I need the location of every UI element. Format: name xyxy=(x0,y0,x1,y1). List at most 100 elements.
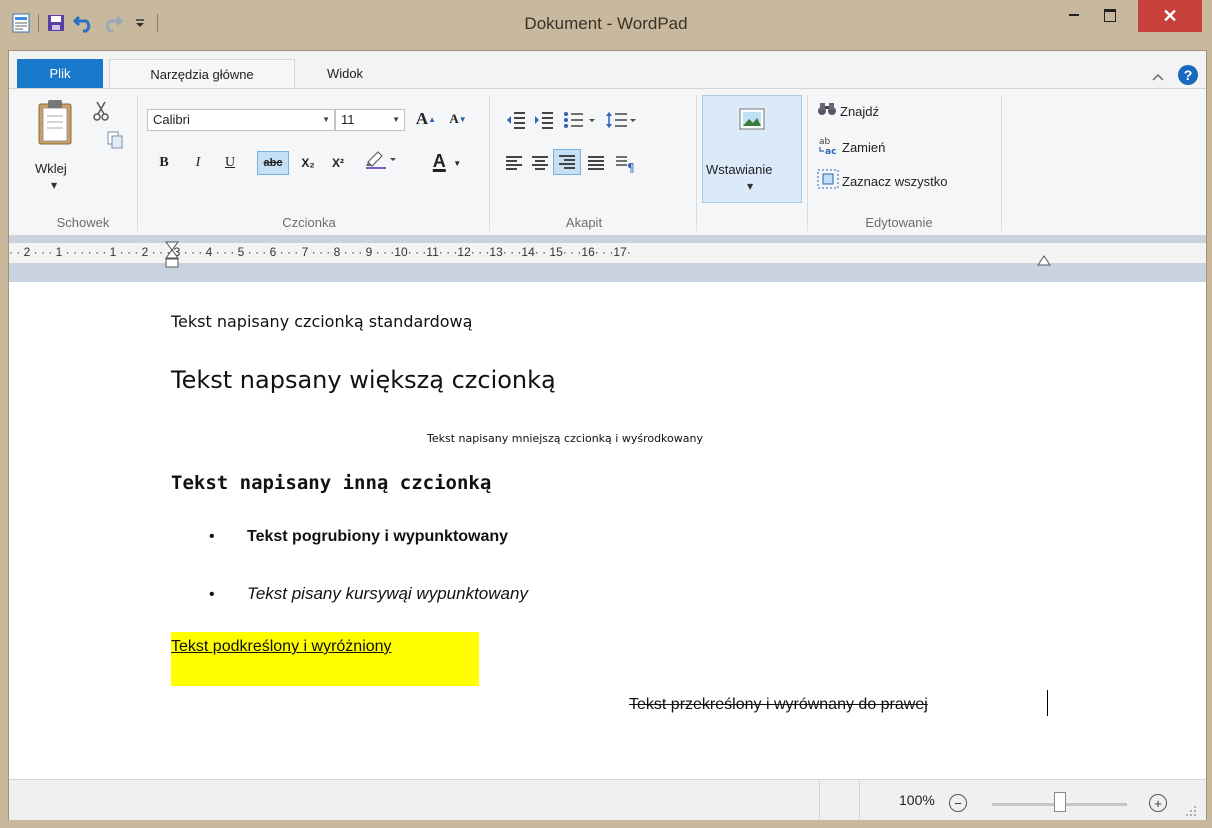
bold-button[interactable]: B xyxy=(151,151,177,175)
find-label: Znajdź xyxy=(840,103,880,119)
paste-dropdown-arrow: ▼ xyxy=(51,181,58,190)
svg-text:¶: ¶ xyxy=(627,161,635,173)
shrink-font-button[interactable]: A ▼ xyxy=(445,107,471,131)
copy-icon[interactable] xyxy=(107,131,123,153)
group-separator xyxy=(807,95,808,231)
tab-view[interactable]: Widok xyxy=(305,59,385,88)
collapse-ribbon-icon[interactable] xyxy=(1152,66,1164,85)
first-line-indent-marker[interactable] xyxy=(165,241,179,279)
bullet-list-icon[interactable] xyxy=(563,111,597,133)
select-all-icon xyxy=(817,169,839,193)
grow-font-button[interactable]: A ▲ xyxy=(413,107,439,131)
ribbon-controls: ? xyxy=(1152,65,1198,85)
minimize-button[interactable] xyxy=(1056,0,1092,30)
binoculars-icon xyxy=(817,101,837,121)
ruler-scale: · · 2 · · · 1 · · · · · · 1 · · · 2 · · … xyxy=(9,245,631,259)
help-icon[interactable]: ? xyxy=(1178,65,1198,85)
increase-indent-icon[interactable] xyxy=(533,111,555,133)
highlighter-icon xyxy=(364,148,398,175)
replace-label: Zamień xyxy=(842,139,886,155)
italic-button[interactable]: I xyxy=(185,151,211,175)
zoom-level: 100% xyxy=(899,792,935,808)
subscript-icon: X₂ xyxy=(301,156,315,170)
italic-icon: I xyxy=(195,155,201,170)
paste-label: Wklej xyxy=(35,161,67,176)
superscript-icon: X² xyxy=(332,156,344,170)
zoom-in-button[interactable]: + xyxy=(1149,794,1167,812)
doc-line-italic-bullet: Tekst pisany kursywąi wypunktowany xyxy=(247,584,528,603)
paragraph-settings-icon[interactable]: ¶ xyxy=(615,155,635,177)
ribbon: Wklej ▼ Schowek Calibri ▼ 11 ▼ A ▲ A ▼ B… xyxy=(9,88,1206,236)
grow-font-icon: A xyxy=(415,109,429,128)
replace-button[interactable]: ab ac Zamień xyxy=(817,135,885,159)
group-label-clipboard: Schowek xyxy=(56,215,110,230)
chevron-down-icon: ▼ xyxy=(322,115,330,124)
align-left-icon[interactable] xyxy=(505,155,523,175)
font-color-button[interactable]: A ▼ xyxy=(427,149,467,173)
doc-line-other-font: Tekst napisany inną czcionką xyxy=(171,472,492,494)
shrink-font-icon: A xyxy=(449,111,459,126)
close-icon: ✕ xyxy=(1162,5,1178,26)
ribbon-tabs: Plik Narzędzia główne Widok ? xyxy=(9,59,1206,89)
bullet-icon: • xyxy=(209,586,215,603)
font-name-value: Calibri xyxy=(153,112,190,127)
bold-icon: B xyxy=(159,155,169,170)
underline-icon: U xyxy=(224,155,236,170)
highlight-color-button[interactable] xyxy=(361,149,401,173)
app-frame: Plik Narzędzia główne Widok ? Wklej ▼ Sc… xyxy=(8,50,1207,820)
plus-icon: + xyxy=(1154,795,1162,811)
tab-home[interactable]: Narzędzia główne xyxy=(109,59,295,89)
status-bar: 100% − + xyxy=(9,779,1206,820)
maximize-button[interactable] xyxy=(1092,0,1128,30)
group-separator xyxy=(137,95,138,231)
svg-text:ac: ac xyxy=(825,147,836,155)
font-size-value: 11 xyxy=(341,112,355,127)
align-right-icon[interactable] xyxy=(553,149,581,175)
right-indent-marker[interactable] xyxy=(1037,251,1051,270)
subscript-button[interactable]: X₂ xyxy=(295,151,321,175)
align-center-icon[interactable] xyxy=(531,155,549,175)
tab-file[interactable]: Plik xyxy=(17,59,103,88)
wordpad-window: Dokument - WordPad ✕ Plik Narzędzia głów… xyxy=(0,0,1212,828)
doc-bullet-1: • Tekst pogrubiony i wypunktowany xyxy=(209,528,508,546)
window-title: Dokument - WordPad xyxy=(524,14,688,33)
strikethrough-icon: abc xyxy=(263,157,283,169)
group-label-paragraph: Akapit xyxy=(565,215,603,230)
cut-icon[interactable] xyxy=(93,101,109,125)
font-color-icon: A ▼ xyxy=(432,150,462,171)
font-size-combo[interactable]: 11 ▼ xyxy=(335,109,405,131)
ruler-strip: · · 2 · · · 1 · · · · · · 1 · · · 2 · · … xyxy=(9,241,1206,268)
doc-line-underlined-highlighted: Tekst podkreślony i wyróżniony xyxy=(171,638,392,655)
chevron-down-icon: ▼ xyxy=(392,115,400,124)
ruler: · · 2 · · · 1 · · · · · · 1 · · · 2 · · … xyxy=(9,236,1206,282)
minimize-icon xyxy=(1069,14,1079,16)
text-cursor xyxy=(1047,690,1048,716)
document-area[interactable]: Tekst napisany czcionką standardową Teks… xyxy=(9,282,1206,779)
maximize-icon xyxy=(1104,8,1116,22)
group-label-editing: Edytowanie xyxy=(865,215,933,230)
font-name-combo[interactable]: Calibri ▼ xyxy=(147,109,335,131)
resize-grip-icon[interactable] xyxy=(1185,802,1197,821)
zoom-out-button[interactable]: − xyxy=(949,794,967,812)
justify-icon[interactable] xyxy=(587,155,605,175)
group-separator xyxy=(1001,95,1002,231)
doc-line-strikethrough-right: Tekst przekreślony i wyrównany do prawej xyxy=(629,696,928,713)
bullet-icon: • xyxy=(209,528,215,545)
insert-label: Wstawianie xyxy=(706,162,773,177)
close-button[interactable]: ✕ xyxy=(1138,0,1202,32)
insert-button[interactable]: Wstawianie ▼ xyxy=(702,95,802,203)
doc-line-small-centered: Tekst napisany mniejszą czcionką i wyśro… xyxy=(427,432,703,445)
decrease-indent-icon[interactable] xyxy=(505,111,527,133)
find-button[interactable]: Znajdź xyxy=(817,101,879,121)
status-separator xyxy=(819,780,820,820)
minus-icon: − xyxy=(954,795,962,811)
underline-button[interactable]: U xyxy=(217,151,243,175)
paste-button[interactable]: Wklej ▼ xyxy=(31,97,81,201)
line-spacing-icon[interactable] xyxy=(605,111,637,133)
superscript-button[interactable]: X² xyxy=(325,151,351,175)
strikethrough-button[interactable]: abc xyxy=(257,151,289,175)
group-separator xyxy=(489,95,490,231)
zoom-slider-thumb[interactable] xyxy=(1054,792,1066,812)
select-all-button[interactable]: Zaznacz wszystko xyxy=(817,169,947,193)
doc-line-larger: Tekst napsany większą czcionką xyxy=(171,366,556,394)
